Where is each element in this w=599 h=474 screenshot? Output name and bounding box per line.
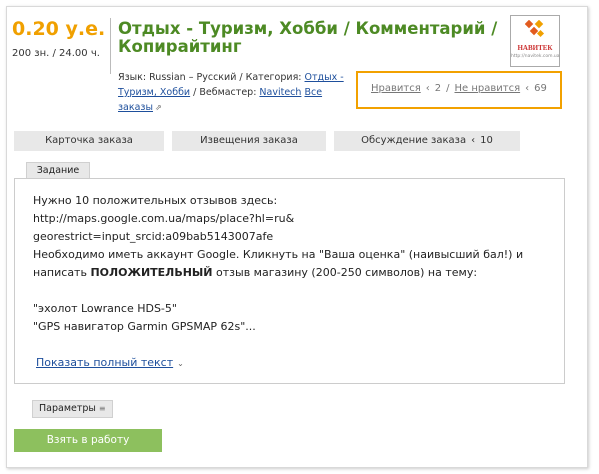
- order-tabs: Карточка заказа Извещения заказа Обсужде…: [14, 131, 520, 151]
- tab-label: Обсуждение заказа: [361, 135, 467, 146]
- chevron-down-icon: ⌄: [177, 359, 184, 368]
- take-order-button[interactable]: Взять в работу: [14, 429, 162, 452]
- order-meta: Язык: Russian – Русский / Категория: Отд…: [118, 70, 354, 115]
- votes-box: Нравится ‹ 2 / Не нравится ‹ 69: [356, 71, 562, 109]
- tab-notifications[interactable]: Извещения заказа: [172, 131, 326, 151]
- task-bold-text: ПОЛОЖИТЕЛЬНЫЙ: [90, 266, 213, 279]
- company-logo[interactable]: НАВИТЕК http://navitek.com.ua: [510, 15, 560, 67]
- page-title: Отдых - Туризм, Хобби / Комментарий / Ко…: [118, 19, 498, 56]
- external-link-icon: ⇗: [155, 103, 162, 112]
- count-arrow-icon: ‹: [471, 135, 476, 146]
- like-link[interactable]: Нравится: [371, 83, 421, 94]
- like-arrow-icon: ‹: [425, 83, 430, 94]
- webmaster-prefix: / Вебмастер:: [190, 87, 260, 98]
- order-rate: 200 зн. / 24.00 ч.: [12, 48, 100, 59]
- logo-text: НАВИТЕК: [517, 44, 553, 52]
- like-count: 2: [434, 83, 442, 94]
- logo-diamonds-icon: [525, 20, 545, 38]
- dislike-count: 69: [534, 83, 547, 94]
- task-text: написать: [33, 266, 91, 279]
- list-icon: ≡: [98, 404, 106, 413]
- tab-order-card[interactable]: Карточка заказа: [14, 131, 164, 151]
- task-line: Необходимо иметь аккаунт Google. Кликнут…: [33, 248, 524, 261]
- dislike-arrow-icon: ‹: [525, 83, 530, 94]
- tab-count: 10: [480, 135, 493, 146]
- task-quote: "GPS навигатор Garmin GPSMAP 62s"...: [33, 320, 256, 333]
- task-line: написать ПОЛОЖИТЕЛЬНЫЙ отзыв магазину (2…: [33, 264, 546, 282]
- task-text: отзыв магазину (200-250 символов) на тем…: [212, 266, 478, 279]
- logo-url: http://navitek.com.ua: [511, 54, 560, 59]
- order-price: 0.20 у.е.: [12, 18, 106, 40]
- separator: /: [446, 83, 450, 94]
- parameters-label: Параметры: [39, 403, 96, 414]
- language-prefix: Язык:: [118, 72, 150, 83]
- dislike-link[interactable]: Не нравится: [454, 83, 520, 94]
- tab-label: Карточка заказа: [45, 135, 133, 146]
- task-description: Нужно 10 положительных отзывов здесь: ht…: [14, 178, 565, 384]
- task-section-label: Задание: [26, 162, 90, 179]
- tab-label: Извещения заказа: [200, 135, 298, 146]
- category-prefix: / Категория:: [236, 72, 305, 83]
- tab-discussion[interactable]: Обсуждение заказа ‹ 10: [334, 131, 520, 151]
- webmaster-link[interactable]: Navitech: [259, 87, 301, 98]
- divider: [110, 18, 111, 74]
- task-line: http://maps.google.com.ua/maps/place?hl=…: [33, 212, 295, 225]
- task-line: georestrict=input_srcid:a09bab5143007afe: [33, 230, 274, 243]
- parameters-toggle[interactable]: Параметры ≡: [32, 400, 113, 418]
- show-full-text-link[interactable]: Показать полный текст ⌄: [36, 356, 184, 369]
- task-line: Нужно 10 положительных отзывов здесь:: [33, 194, 278, 207]
- language-value: Russian – Русский: [149, 72, 237, 83]
- show-full-label: Показать полный текст: [36, 356, 174, 369]
- task-quote: "эхолот Lowrance HDS-5": [33, 302, 177, 315]
